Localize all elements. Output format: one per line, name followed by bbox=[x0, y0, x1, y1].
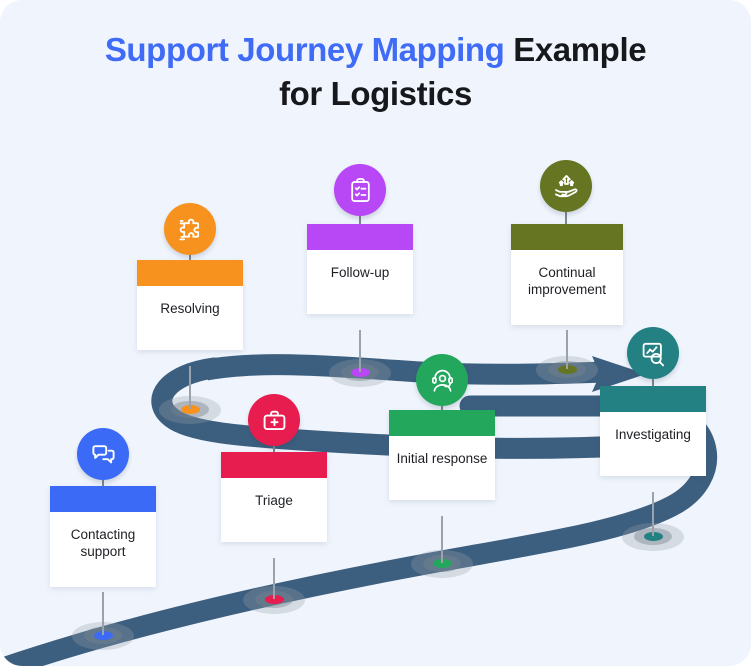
stage-card-label: Resolving bbox=[137, 286, 243, 350]
stage-connector-stem bbox=[273, 558, 275, 599]
stage-card-triage[interactable]: Triage bbox=[221, 452, 327, 542]
stage-card-label: Continual improvement bbox=[511, 250, 623, 325]
stage-icon-badge-initial-response[interactable] bbox=[416, 354, 468, 406]
stage-connector-stem bbox=[441, 516, 443, 563]
stage-card-band bbox=[511, 224, 623, 250]
puzzle-piece-icon bbox=[177, 216, 204, 243]
stage-card-initial-response[interactable]: Initial response bbox=[389, 410, 495, 500]
stage-card-continual-improvement[interactable]: Continual improvement bbox=[511, 224, 623, 325]
chart-magnifier-icon bbox=[640, 340, 667, 367]
stage-icon-badge-contacting-support[interactable] bbox=[77, 428, 129, 480]
stage-icon-badge-continual-improvement[interactable] bbox=[540, 160, 592, 212]
stage-card-band bbox=[389, 410, 495, 436]
stage-card-investigating[interactable]: Investigating bbox=[600, 386, 706, 476]
stage-card-band bbox=[137, 260, 243, 286]
stage-connector-stem bbox=[652, 492, 654, 536]
chat-bubbles-icon bbox=[90, 441, 117, 468]
stage-card-band bbox=[600, 386, 706, 412]
stage-card-follow-up[interactable]: Follow-up bbox=[307, 224, 413, 314]
stage-icon-badge-resolving[interactable] bbox=[164, 203, 216, 255]
medical-kit-icon bbox=[261, 407, 288, 434]
stage-card-contacting-support[interactable]: Contacting support bbox=[50, 486, 156, 587]
stage-card-band bbox=[221, 452, 327, 478]
stage-card-label: Triage bbox=[221, 478, 327, 542]
stage-card-label: Follow-up bbox=[307, 250, 413, 314]
stage-card-band bbox=[307, 224, 413, 250]
stage-icon-badge-triage[interactable] bbox=[248, 394, 300, 446]
infographic-canvas: Support Journey Mapping Example for Logi… bbox=[0, 0, 751, 666]
stage-connector-stem bbox=[102, 592, 104, 635]
stage-card-band bbox=[50, 486, 156, 512]
support-agent-icon bbox=[429, 367, 456, 394]
stage-icon-badge-investigating[interactable] bbox=[627, 327, 679, 379]
stage-card-label: Contacting support bbox=[50, 512, 156, 587]
stage-connector-stem bbox=[566, 330, 568, 369]
clipboard-check-icon bbox=[347, 177, 374, 204]
stage-card-label: Investigating bbox=[600, 412, 706, 476]
stage-connector-stem bbox=[359, 330, 361, 372]
stage-card-label: Initial response bbox=[389, 436, 495, 500]
stage-card-resolving[interactable]: Resolving bbox=[137, 260, 243, 350]
stage-icon-badge-follow-up[interactable] bbox=[334, 164, 386, 216]
stage-connector-stem bbox=[189, 366, 191, 409]
hand-growth-icon bbox=[553, 173, 580, 200]
